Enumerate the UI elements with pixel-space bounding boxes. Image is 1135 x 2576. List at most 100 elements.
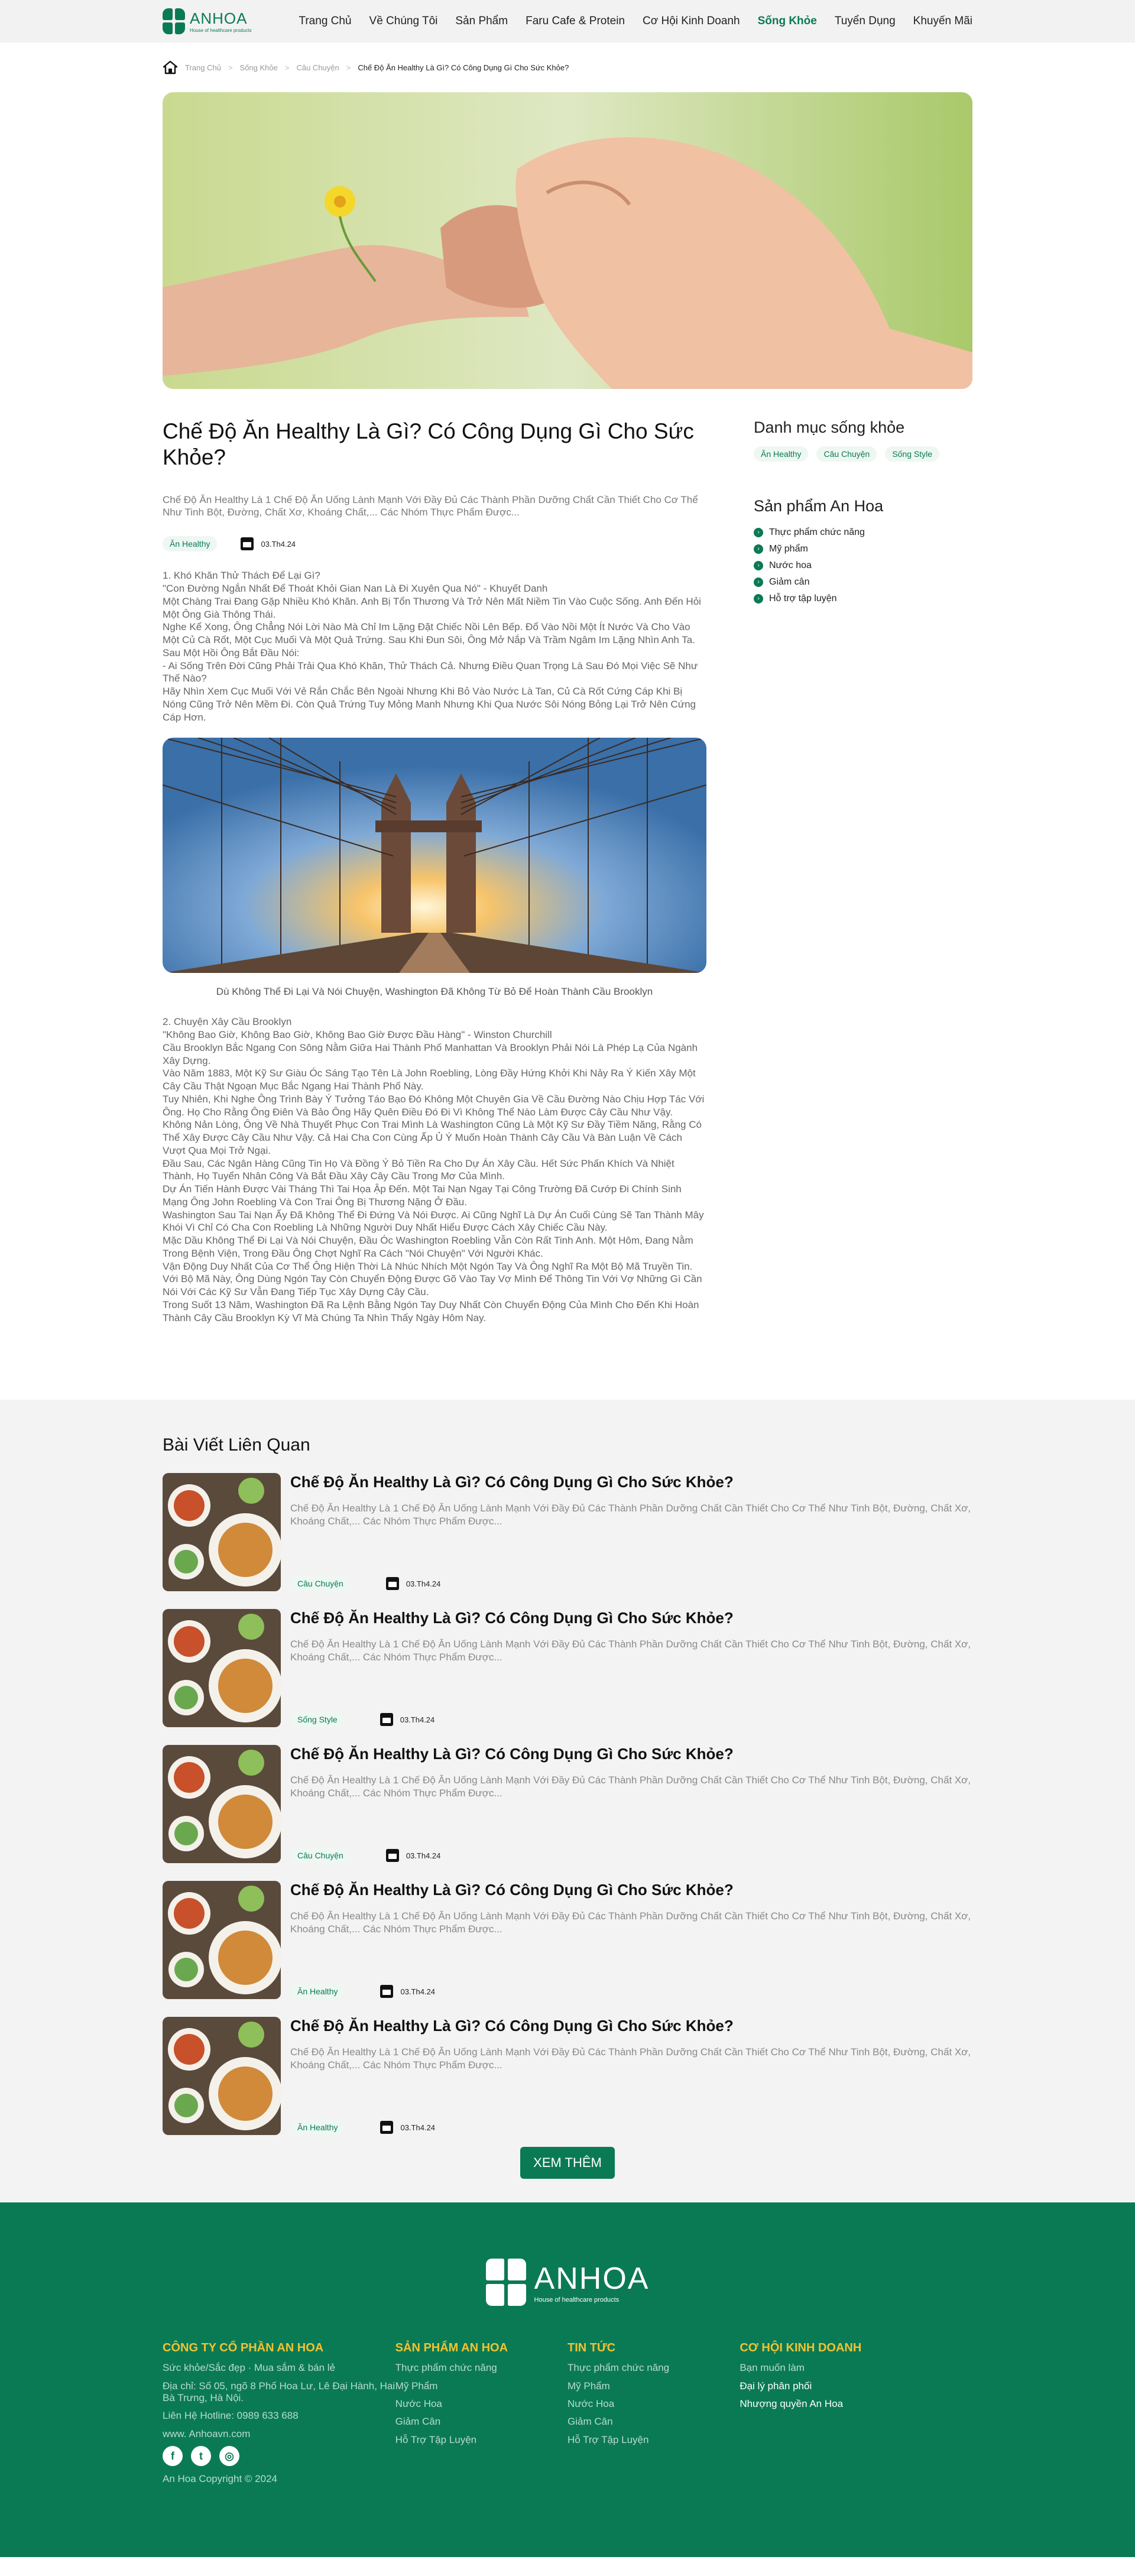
breadcrumb-home[interactable]: Trang Chủ bbox=[185, 63, 221, 72]
related-thumbnail[interactable] bbox=[163, 2017, 281, 2136]
footer-products: SẢN PHẨM AN HOA Thực phẩm chức năng Mỹ P… bbox=[395, 2341, 568, 2485]
related-thumbnail[interactable] bbox=[163, 1745, 281, 1864]
footer-logo[interactable]: ANHOA House of healthcare products bbox=[163, 2259, 972, 2306]
twitter-icon[interactable]: t bbox=[191, 2446, 211, 2467]
site-footer: ANHOA House of healthcare products CÔNG … bbox=[0, 2202, 1135, 2558]
footer-products-title: SẢN PHẨM AN HOA bbox=[395, 2341, 508, 2355]
related-item-tag[interactable]: Sống Style bbox=[290, 1712, 345, 1728]
company-address: Địa chỉ: Số 05, ngõ 8 Phố Hoa Lư, Lê Đại… bbox=[163, 2380, 395, 2404]
product-item[interactable]: › Thực phẩm chức năng bbox=[754, 527, 972, 538]
logo[interactable]: ANHOA House of healthcare products bbox=[163, 8, 252, 34]
footer-link[interactable]: Thực phẩm chức năng bbox=[568, 2362, 740, 2374]
footer-link[interactable]: Giảm Cân bbox=[568, 2416, 740, 2428]
paragraph: Nghe Kể Xong, Ông Chẳng Nói Lời Nào Mà C… bbox=[163, 621, 695, 646]
product-item[interactable]: › Giảm cân bbox=[754, 577, 972, 588]
related-thumbnail[interactable] bbox=[163, 1609, 281, 1728]
related-item-excerpt: Chế Độ Ăn Healthy Là 1 Chế Độ Ăn Uống Là… bbox=[290, 1774, 971, 1799]
footer-link[interactable]: Bạn muốn làm bbox=[740, 2362, 972, 2374]
related-item-tag[interactable]: Câu Chuyện bbox=[290, 1576, 351, 1592]
related-item-date: 03.Th4.24 bbox=[406, 1851, 441, 1860]
product-item[interactable]: › Hỗ trợ tập luyện bbox=[754, 593, 972, 604]
breadcrumb: Trang Chủ > Sống Khỏe > Câu Chuyện > Chế… bbox=[163, 60, 972, 74]
logo-mark-icon bbox=[163, 8, 185, 34]
related-item[interactable]: Chế Độ Ăn Healthy Là Gì? Có Công Dụng Gì… bbox=[163, 2017, 972, 2136]
footer-link[interactable]: Hỗ Trợ Tập Luyện bbox=[395, 2434, 568, 2446]
related-item-excerpt: Chế Độ Ăn Healthy Là 1 Chế Độ Ăn Uống Là… bbox=[290, 2046, 971, 2071]
footer-link[interactable]: Đại lý phân phối bbox=[740, 2380, 972, 2392]
instagram-icon[interactable]: ◎ bbox=[219, 2446, 239, 2467]
breadcrumb-healthy-living[interactable]: Sống Khỏe bbox=[240, 63, 278, 72]
related-thumbnail[interactable] bbox=[163, 1881, 281, 2000]
company-website[interactable]: www. Anhoavn.com bbox=[163, 2428, 395, 2440]
nav-item-products[interactable]: Sản Phẩm bbox=[455, 15, 508, 28]
related-item-tag[interactable]: Ăn Healthy bbox=[290, 2120, 345, 2136]
facebook-icon[interactable]: f bbox=[163, 2446, 183, 2467]
related-item[interactable]: Chế Độ Ăn Healthy Là Gì? Có Công Dụng Gì… bbox=[163, 1881, 972, 2000]
breadcrumb-stories[interactable]: Câu Chuyện bbox=[296, 63, 339, 72]
footer-news-title: TIN TỨC bbox=[568, 2341, 616, 2355]
article-meta: Ăn Healthy 03.Th4.24 bbox=[163, 536, 706, 552]
related-item-title[interactable]: Chế Độ Ăn Healthy Là Gì? Có Công Dụng Gì… bbox=[290, 1473, 972, 1491]
calendar-icon bbox=[380, 2121, 394, 2134]
related-item-date: 03.Th4.24 bbox=[406, 1579, 441, 1588]
paragraph: Hãy Nhìn Xem Cục Muối Với Vẻ Rắn Chắc Bê… bbox=[163, 686, 696, 723]
view-more-button[interactable]: XEM THÊM bbox=[520, 2147, 615, 2179]
paragraph: Một Chàng Trai Đang Gặp Nhiều Khó Khăn. … bbox=[163, 595, 701, 620]
sidebar: Danh mục sống khỏe Ăn Healthy Câu Chuyện… bbox=[754, 418, 972, 1324]
category-title: Danh mục sống khỏe bbox=[754, 418, 905, 436]
nav-item-healthy-living[interactable]: Sống Khỏe bbox=[758, 15, 817, 28]
chevron-right-icon: > bbox=[228, 63, 233, 72]
article-tag[interactable]: Ăn Healthy bbox=[163, 536, 218, 552]
category-tag-stories[interactable]: Câu Chuyện bbox=[816, 446, 877, 462]
footer-link[interactable]: Thực phẩm chức năng bbox=[395, 2362, 568, 2374]
product-item[interactable]: › Mỹ phẩm bbox=[754, 544, 972, 554]
nav-item-business[interactable]: Cơ Hội Kinh Doanh bbox=[643, 15, 740, 28]
article-excerpt: Chế Độ Ăn Healthy Là 1 Chế Độ Ăn Uống Là… bbox=[163, 494, 698, 518]
home-icon[interactable] bbox=[163, 60, 178, 74]
related-item[interactable]: Chế Độ Ăn Healthy Là Gì? Có Công Dụng Gì… bbox=[163, 1745, 972, 1864]
product-item[interactable]: › Nước hoa bbox=[754, 560, 972, 571]
related-item-title[interactable]: Chế Độ Ăn Healthy Là Gì? Có Công Dụng Gì… bbox=[290, 1609, 972, 1627]
paragraph: "Không Bao Giờ, Không Bao Giờ, Không Bao… bbox=[163, 1029, 552, 1041]
paragraph: Sau Một Hồi Ông Bắt Đầu Nói: bbox=[163, 647, 300, 658]
related-item-tag[interactable]: Ăn Healthy bbox=[290, 1984, 345, 2000]
bridge-image bbox=[163, 738, 706, 974]
related-item[interactable]: Chế Độ Ăn Healthy Là Gì? Có Công Dụng Gì… bbox=[163, 1609, 972, 1728]
section-heading: 1. Khó Khăn Thử Thách Để Lại Gì? bbox=[163, 570, 320, 582]
article-date: 03.Th4.24 bbox=[261, 539, 296, 549]
paragraph: Cầu Brooklyn Bắc Ngang Con Sông Nằm Giữa… bbox=[163, 1042, 698, 1066]
paragraph: Vận Động Duy Nhất Của Cơ Thể Ông Hiện Th… bbox=[163, 1260, 702, 1298]
category-tag-healthy[interactable]: Ăn Healthy bbox=[754, 446, 809, 462]
related-thumbnail[interactable] bbox=[163, 1473, 281, 1592]
related-item-title[interactable]: Chế Độ Ăn Healthy Là Gì? Có Công Dụng Gì… bbox=[290, 2017, 972, 2035]
related-item-excerpt: Chế Độ Ăn Healthy Là 1 Chế Độ Ăn Uống Là… bbox=[290, 1503, 971, 1527]
related-item-tag[interactable]: Câu Chuyện bbox=[290, 1848, 351, 1864]
nav-item-home[interactable]: Trang Chủ bbox=[299, 15, 351, 28]
nav-item-faru[interactable]: Faru Cafe & Protein bbox=[526, 15, 625, 28]
category-tags: Ăn Healthy Câu Chuyện Sống Style bbox=[754, 446, 972, 462]
footer-link[interactable]: Nước Hoa bbox=[395, 2398, 568, 2410]
footer-link[interactable]: Hỗ Trợ Tập Luyện bbox=[568, 2434, 740, 2446]
related-item[interactable]: Chế Độ Ăn Healthy Là Gì? Có Công Dụng Gì… bbox=[163, 1473, 972, 1592]
site-header: ANHOA House of healthcare products Trang… bbox=[0, 0, 1135, 43]
nav-item-about[interactable]: Về Chúng Tôi bbox=[369, 15, 438, 28]
related-item-title[interactable]: Chế Độ Ăn Healthy Là Gì? Có Công Dụng Gì… bbox=[290, 1745, 972, 1763]
nav-item-promotions[interactable]: Khuyến Mãi bbox=[913, 15, 972, 28]
nav-item-careers[interactable]: Tuyển Dụng bbox=[835, 15, 896, 28]
footer-link[interactable]: Giảm Cân bbox=[395, 2416, 568, 2428]
article: Chế Độ Ăn Healthy Là Gì? Có Công Dụng Gì… bbox=[163, 418, 706, 1324]
footer-link[interactable]: Nhượng quyền An Hoa bbox=[740, 2398, 972, 2410]
article-section-2: 2. Chuyện Xây Cầu Brooklyn "Không Bao Gi… bbox=[163, 1016, 706, 1324]
paragraph: Tuy Nhiên, Khi Nghe Ông Trình Bày Ý Tưởn… bbox=[163, 1093, 705, 1118]
copyright: An Hoa Copyright © 2024 bbox=[163, 2473, 277, 2485]
paragraph: Dự Án Tiến Hành Được Vài Tháng Thì Tai H… bbox=[163, 1183, 682, 1208]
category-tag-style[interactable]: Sống Style bbox=[885, 446, 940, 462]
chevron-right-icon: › bbox=[754, 594, 763, 604]
footer-link[interactable]: Nước Hoa bbox=[568, 2398, 740, 2410]
paragraph: - Ai Sống Trên Đời Cũng Phải Trải Qua Kh… bbox=[163, 660, 698, 684]
footer-link[interactable]: Mỹ Phẩm bbox=[395, 2380, 568, 2392]
related-item-title[interactable]: Chế Độ Ăn Healthy Là Gì? Có Công Dụng Gì… bbox=[290, 1881, 972, 1899]
footer-link[interactable]: Mỹ Phẩm bbox=[568, 2380, 740, 2392]
company-hotline[interactable]: Liên Hệ Hotline: 0989 633 688 bbox=[163, 2410, 395, 2422]
calendar-icon bbox=[380, 1985, 394, 1998]
